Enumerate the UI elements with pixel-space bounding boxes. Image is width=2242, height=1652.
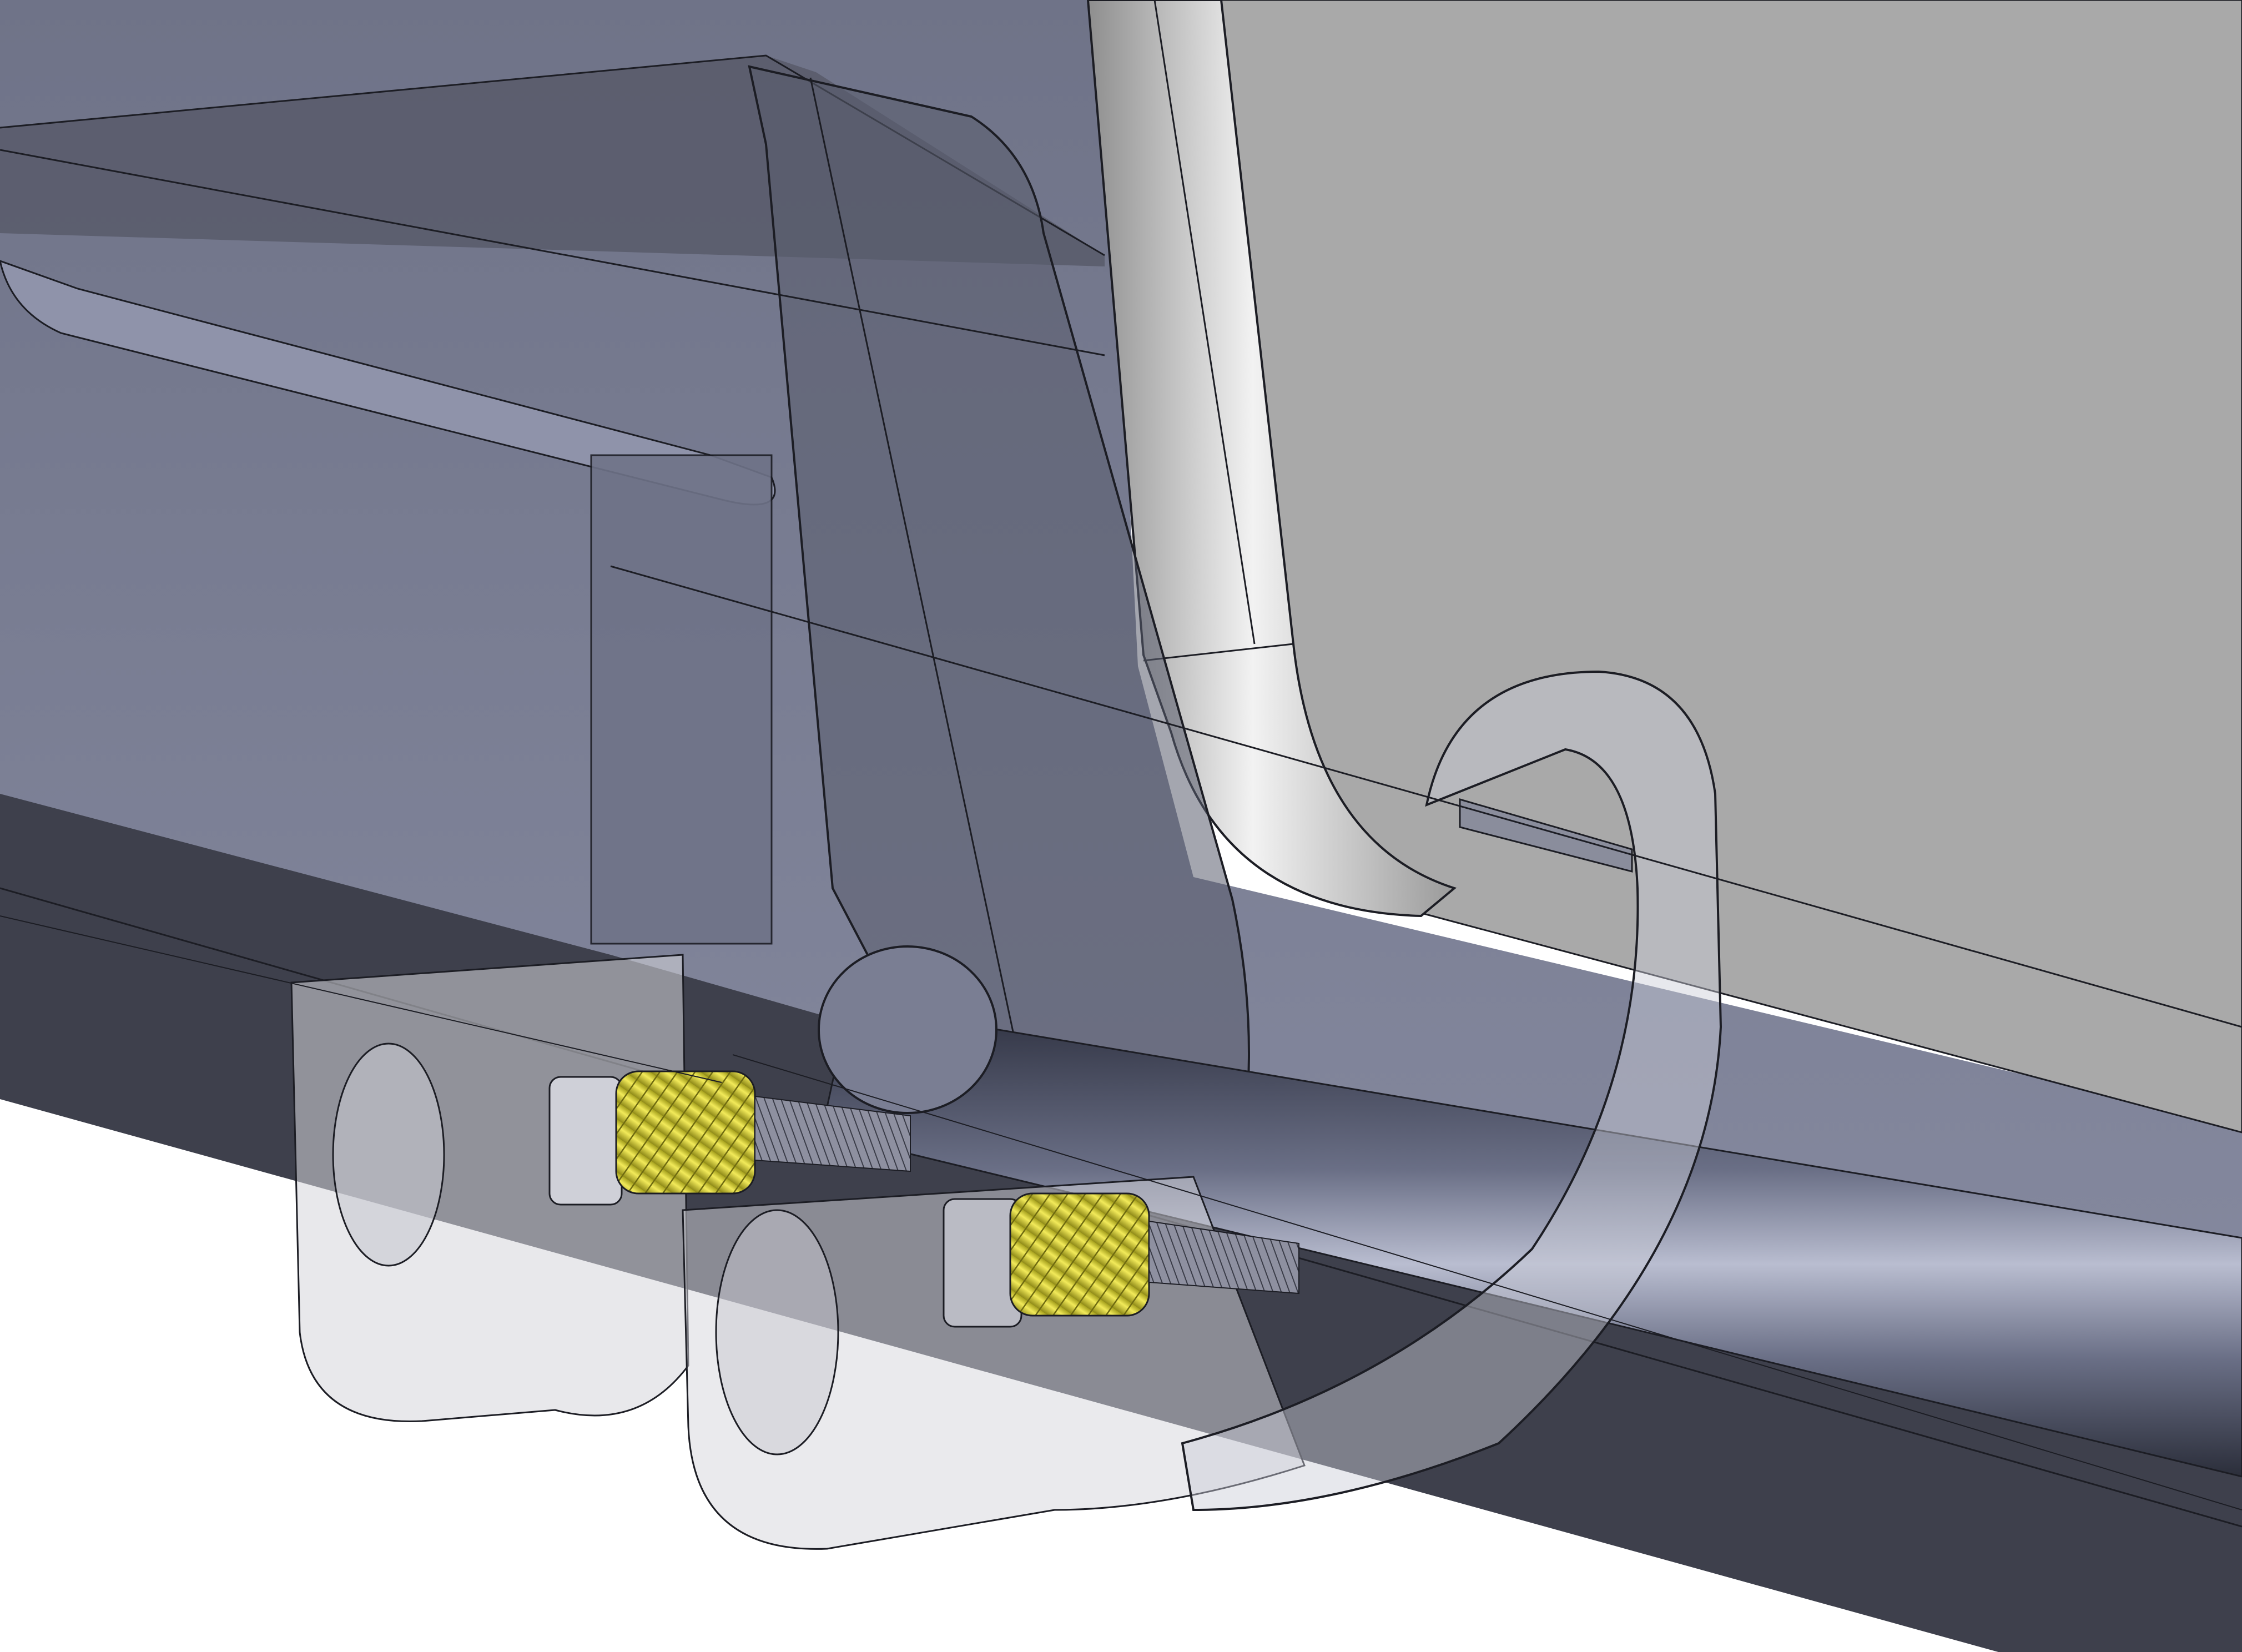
- knurled-insert: [1009, 1192, 1150, 1317]
- knurled-insert: [615, 1070, 756, 1195]
- left-bore: [332, 1042, 445, 1267]
- model-canvas: [0, 0, 2242, 1652]
- cad-viewport[interactable]: [0, 0, 2242, 1652]
- rod-end-face: [818, 945, 997, 1114]
- ghost-plate: [590, 454, 773, 945]
- center-bore: [715, 1209, 839, 1455]
- insert-sleeve: [548, 1076, 623, 1206]
